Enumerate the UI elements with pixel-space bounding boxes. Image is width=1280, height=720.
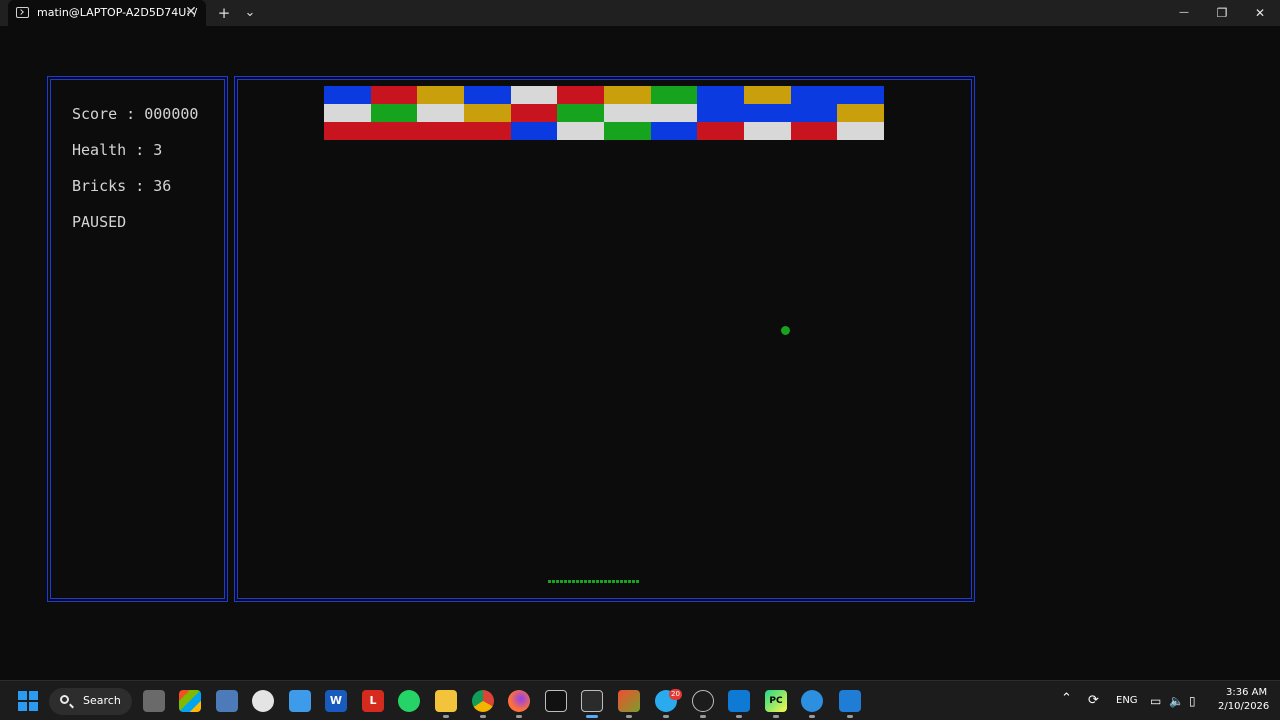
app-arrow-icon[interactable] — [839, 690, 861, 712]
brick — [650, 104, 698, 122]
battery-icon[interactable]: ▯ — [1189, 694, 1196, 708]
brick — [370, 122, 418, 140]
git-icon[interactable] — [618, 690, 640, 712]
clock-date[interactable]: 2/10/2026 — [1218, 701, 1269, 712]
clock-time[interactable]: 3:36 AM — [1226, 687, 1267, 698]
notepad-icon[interactable] — [289, 690, 311, 712]
brick — [510, 122, 558, 140]
brick — [744, 122, 791, 140]
running-indicator — [586, 715, 598, 718]
brick — [324, 104, 371, 122]
clock-icon[interactable] — [252, 690, 274, 712]
telegram-badge: 20 — [669, 689, 682, 700]
brick — [697, 86, 745, 104]
brick — [370, 86, 418, 104]
calculator-icon[interactable] — [216, 690, 238, 712]
brick — [650, 122, 698, 140]
language-indicator[interactable]: ENG — [1116, 695, 1138, 706]
vscode-icon[interactable] — [728, 690, 750, 712]
running-indicator — [663, 715, 669, 718]
microsoft-store-icon[interactable] — [179, 690, 201, 712]
terminal-tab[interactable]: matin@LAPTOP-A2D5D74U: / ✕ — [8, 0, 206, 26]
running-indicator — [809, 715, 815, 718]
firefox-icon[interactable] — [508, 690, 530, 712]
brick — [744, 104, 791, 122]
brick — [557, 86, 605, 104]
brick — [650, 86, 698, 104]
taskbar: Search W L 20 PC ⌃ ⟳ ENG ▭ 🔈 ▯ 3:36 AM 2/10… — [0, 680, 1280, 720]
restore-button[interactable]: ❐ — [1203, 0, 1241, 26]
brick — [510, 86, 558, 104]
pycharm-icon[interactable]: PC — [765, 690, 787, 712]
health-label: Health : 3 — [72, 141, 163, 159]
brick — [417, 86, 465, 104]
brick — [370, 104, 418, 122]
brick — [790, 122, 838, 140]
brick — [324, 122, 371, 140]
running-indicator — [847, 715, 853, 718]
volume-icon[interactable]: 🔈 — [1169, 694, 1184, 708]
brick — [744, 86, 791, 104]
search-label: Search — [83, 694, 121, 707]
brick — [837, 122, 885, 140]
sync-icon[interactable]: ⟳ — [1088, 694, 1099, 708]
brick — [604, 104, 651, 122]
brick — [464, 122, 511, 140]
app-v-icon[interactable] — [801, 690, 823, 712]
tab-dropdown-button[interactable]: ⌄ — [238, 2, 262, 24]
running-indicator — [736, 715, 742, 718]
running-indicator — [443, 715, 449, 718]
chatgpt-icon[interactable] — [692, 690, 714, 712]
brick — [557, 122, 605, 140]
score-label: Score : 000000 — [72, 105, 199, 123]
brick — [510, 104, 558, 122]
tab-title: matin@LAPTOP-A2D5D74U: / — [37, 6, 198, 19]
chrome-icon[interactable] — [472, 690, 494, 712]
start-icon[interactable] — [17, 690, 39, 712]
new-tab-button[interactable]: + — [212, 2, 236, 24]
word-icon[interactable]: W — [325, 690, 347, 712]
network-icon[interactable]: ▭ — [1150, 694, 1161, 708]
brick-wall — [324, 86, 885, 140]
brick — [790, 104, 838, 122]
title-bar: matin@LAPTOP-A2D5D74U: / ✕ + ⌄ — ❐ ✕ — [0, 0, 1280, 26]
brick — [790, 86, 838, 104]
chevron-up-icon[interactable]: ⌃ — [1061, 692, 1072, 706]
brick — [604, 122, 651, 140]
brick — [557, 104, 605, 122]
running-indicator — [480, 715, 486, 718]
file-explorer-icon[interactable] — [435, 690, 457, 712]
running-indicator — [700, 715, 706, 718]
search-icon — [60, 695, 69, 704]
terminal-icon[interactable] — [581, 690, 603, 712]
status-label: PAUSED — [72, 213, 127, 231]
running-indicator — [773, 715, 779, 718]
minimize-button[interactable]: — — [1165, 0, 1203, 26]
console-icon[interactable] — [545, 690, 567, 712]
task-view-icon[interactable] — [143, 690, 165, 712]
close-window-button[interactable]: ✕ — [1241, 0, 1279, 26]
brick — [697, 104, 745, 122]
bricks-label: Bricks : 36 — [72, 177, 172, 195]
brick — [837, 104, 885, 122]
app-l-icon[interactable]: L — [362, 690, 384, 712]
brick — [417, 104, 465, 122]
running-indicator — [626, 715, 632, 718]
search-box[interactable]: Search — [49, 688, 132, 715]
brick — [697, 122, 745, 140]
brick — [837, 86, 885, 104]
brick — [604, 86, 651, 104]
whatsapp-icon[interactable] — [398, 690, 420, 712]
game-field — [234, 76, 975, 602]
brick — [464, 86, 511, 104]
brick — [464, 104, 511, 122]
running-indicator — [516, 715, 522, 718]
terminal-tab-icon — [16, 7, 29, 18]
brick — [417, 122, 465, 140]
paddle — [548, 580, 640, 583]
close-tab-icon[interactable]: ✕ — [184, 4, 198, 20]
ball — [781, 326, 790, 335]
brick — [324, 86, 371, 104]
